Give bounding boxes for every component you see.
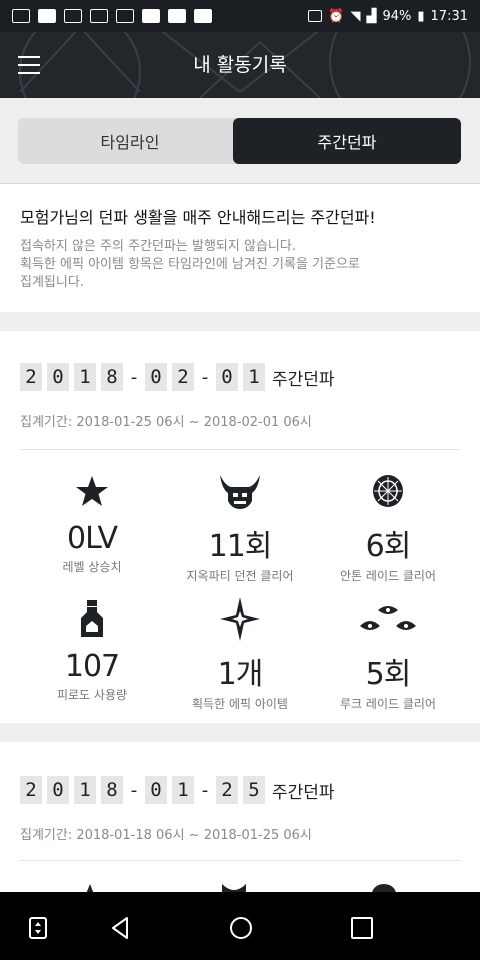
note2-icon [194, 9, 212, 23]
intro-title: 모험가님의 던파 생활을 매주 안내해드리는 주간던파! [20, 208, 376, 227]
back-button[interactable] [107, 914, 135, 942]
divider [20, 860, 460, 861]
date-digit: 0 [145, 363, 167, 391]
stat-value: 11회 [208, 529, 273, 564]
note-icon [168, 9, 186, 23]
date-digit: 2 [216, 776, 238, 804]
intro-line: 집계됩니다. [20, 275, 84, 290]
date-digit: 8 [101, 776, 123, 804]
date-digit: 1 [243, 363, 265, 391]
stat-hell-party: 11회 지옥파티 던전 클리어 [160, 469, 320, 584]
period-text: 집계기간: 2018-01-25 06시 ~ 2018-02-01 06시 [20, 415, 312, 430]
week-label: 주간던파 [272, 782, 335, 803]
stat-label: 안톤 레이드 클리어 [340, 569, 436, 583]
date-digit: 0 [216, 363, 238, 391]
date-dash: - [130, 366, 138, 388]
date-digit: 0 [47, 776, 69, 804]
stat-luke: 5회 루크 레이드 클리어 [308, 597, 468, 712]
wifi-icon: ◥ [350, 8, 361, 24]
star-icon [12, 469, 172, 513]
stat-value: 107 [64, 649, 120, 684]
date-dash: - [201, 779, 209, 801]
weekly-card: 2 0 1 8 - 0 1 - 2 5 주간던파 집계기간: 2018-01-1… [0, 742, 480, 894]
home-button[interactable] [227, 914, 255, 942]
tab-bar: 타임라인 주간던파 [0, 98, 480, 184]
app-icon [64, 9, 82, 23]
recent-apps-button[interactable] [348, 914, 376, 942]
potion-bottle-icon [12, 597, 172, 641]
intro-line: 접속하지 않은 주의 주간던파는 발행되지 않습니다. [20, 239, 296, 254]
status-bar: ⏰ ◥ ▟ 94% ▮ 17:31 [0, 0, 480, 32]
date-digit: 1 [74, 363, 96, 391]
switch-app-button[interactable] [24, 914, 52, 942]
app-bar: 내 활동기록 [0, 32, 480, 98]
store-icon [142, 9, 160, 23]
system-nav-bar [0, 892, 480, 960]
date-digit: 1 [74, 776, 96, 804]
stat-level: 0LV 레벨 상승치 [12, 469, 172, 575]
stat-label: 레벨 상승치 [62, 560, 122, 574]
stat-label: 획득한 에픽 아이템 [192, 697, 288, 711]
period-text: 집계기간: 2018-01-18 06시 ~ 2018-01-25 06시 [20, 828, 312, 843]
stat-value: 5회 [365, 657, 412, 692]
signal-icon: ▟ [366, 8, 377, 24]
intro-section: 모험가님의 던파 생활을 매주 안내해드리는 주간던파! 접속하지 않은 주의 … [0, 184, 480, 312]
weekly-card: 2 0 1 8 - 0 2 - 0 1 주간던파 집계기간: 2018-01-2… [0, 331, 480, 723]
stat-label: 루크 레이드 클리어 [340, 697, 436, 711]
date-digit: 8 [101, 363, 123, 391]
sparkle-icon [160, 597, 320, 641]
stat-fatigue: 107 피로도 사용량 [12, 597, 172, 703]
week-date: 2 0 1 8 - 0 2 - 0 1 주간던파 [20, 363, 335, 391]
battery-percent: 94% [382, 8, 412, 24]
date-digit: 5 [243, 776, 265, 804]
stat-value: 0LV [66, 521, 118, 556]
date-digit: 2 [172, 363, 194, 391]
divider [20, 449, 460, 450]
date-dash: - [201, 366, 209, 388]
date-digit: 2 [20, 363, 42, 391]
tab-timeline[interactable]: 타임라인 [18, 118, 242, 164]
intro-line: 획득한 에픽 아이템 항목은 타임라인에 남겨진 기록을 기준으로 [20, 257, 360, 272]
list-icon [116, 9, 134, 23]
nfc-icon [308, 10, 323, 22]
date-digit: 0 [47, 363, 69, 391]
date-dash: - [130, 779, 138, 801]
battery-icon: ▮ [417, 8, 425, 24]
tab-weekly[interactable]: 주간던파 [233, 118, 461, 164]
clock: 17:31 [430, 8, 468, 24]
date-digit: 2 [20, 776, 42, 804]
stat-value: 1개 [217, 657, 264, 692]
stat-anton: 6회 안톤 레이드 클리어 [308, 469, 468, 584]
game-icon [38, 9, 56, 23]
anton-shell-icon [308, 469, 468, 513]
alarm-icon: ⏰ [328, 8, 345, 24]
week-label: 주간던파 [272, 369, 335, 390]
luke-eyes-icon [308, 597, 468, 641]
page-title: 내 활동기록 [193, 54, 287, 76]
notification-icons [12, 9, 212, 23]
date-digit: 1 [172, 776, 194, 804]
message-icon [12, 9, 30, 23]
stat-epic-items: 1개 획득한 에픽 아이템 [160, 597, 320, 712]
chat-icon [90, 9, 108, 23]
stat-label: 피로도 사용량 [56, 688, 128, 702]
date-digit: 0 [145, 776, 167, 804]
demon-horned-icon [160, 469, 320, 513]
stat-label: 지옥파티 던전 클리어 [186, 569, 294, 583]
stat-value: 6회 [365, 529, 412, 564]
week-date: 2 0 1 8 - 0 1 - 2 5 주간던파 [20, 776, 335, 804]
